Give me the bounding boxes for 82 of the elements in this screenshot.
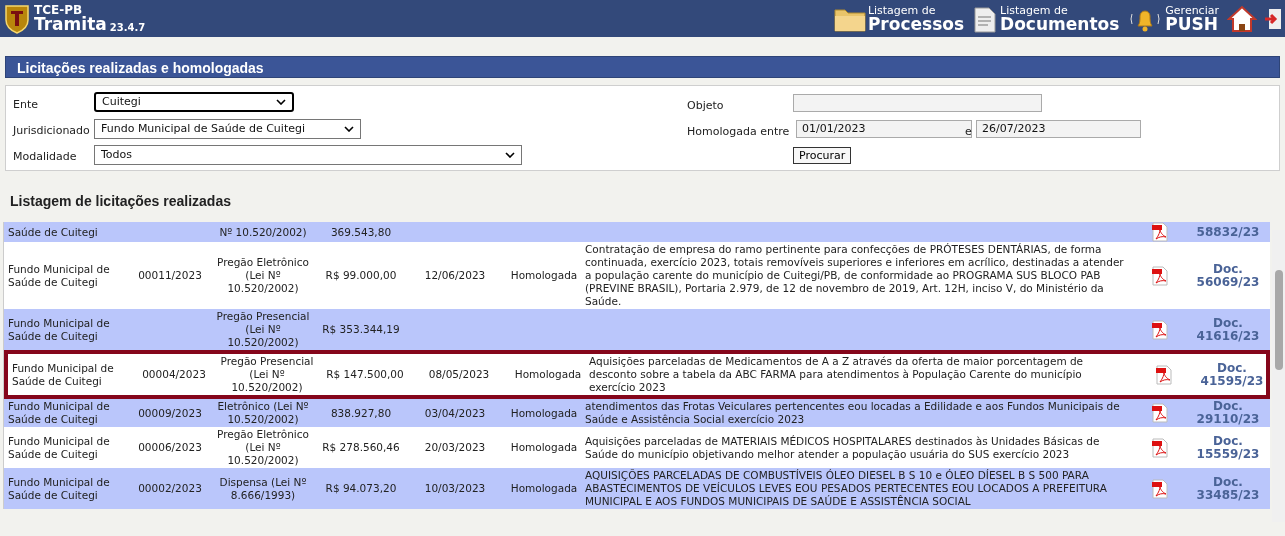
nav-link[interactable]: Listagem de Documentos (972, 4, 1120, 33)
table-cell-text: Pregão Eletrônico (Lei Nº 10.520/2002) (216, 427, 310, 468)
table-cell-text: Fundo Municipal de Saúde de Cuitegi (7, 433, 111, 462)
document-link[interactable]: Doc. 56069/23 (1185, 262, 1271, 289)
crest-icon (4, 3, 30, 34)
field-label: Ente (13, 97, 38, 113)
table-cell-text: 12/06/2023 (423, 268, 487, 283)
table-cell-text: Dispensa (Lei Nº 8.666/1993) (218, 474, 308, 503)
dropdown[interactable]: Cuitegi (94, 92, 294, 112)
nav-link[interactable]: Listagem de Processos (833, 4, 965, 33)
table-cell-text: Homologada (509, 440, 579, 455)
chevron-icon (344, 126, 354, 132)
org-name: TCE-PB (34, 4, 83, 16)
table-cell-text: Saúde de Cuitegi (7, 224, 99, 240)
document-link[interactable]: Doc. 41595/23 (1189, 361, 1275, 388)
table-cell-text: 00009/2023 (137, 405, 203, 421)
table-cell-text: 00011/2023 (137, 268, 203, 283)
table-cell-text: 00004/2023 (141, 367, 207, 382)
pdf-icon[interactable] (1151, 222, 1169, 242)
input-field[interactable]: 26/07/2023 (976, 120, 1141, 138)
table-cell-text: Fundo Municipal de Saúde de Cuitegi (7, 399, 111, 427)
document-link[interactable]: Doc. 33485/23 (1185, 475, 1271, 502)
document-link[interactable]: Doc. 15559/23 (1185, 434, 1271, 461)
search-button[interactable]: Procurar (793, 147, 852, 164)
app-name: Tramita (34, 16, 107, 33)
pdf-icon[interactable] (1151, 437, 1169, 458)
table-cell-text: R$ 94.073,20 (324, 481, 398, 496)
table-cell-text: Fundo Municipal de Saúde de Cuitegi (7, 261, 111, 290)
document-link[interactable]: 58832/23 (1185, 225, 1271, 239)
table-cell-text: Homologada (513, 367, 583, 382)
list-title: Listagem de licitações realizadas (9, 192, 232, 211)
home-icon[interactable] (1227, 3, 1257, 34)
table-cell-text: 838.927,80 (329, 405, 393, 421)
chevron-icon (505, 152, 515, 158)
table-cell-text: Pregão Presencial (Lei Nº 10.520/2002) (219, 354, 315, 395)
table-cell-text: AQUISIÇÕES PARCELADAS DE COMBUSTÍVEIS ÓLEO DIESEL B S 10 e ÓLEO DÍESEL B S 500 PARA ABASTECIMENTOS DE VEÍCULOS LEVES EOU PESADOS PERTECENTES EOU LOCADOS A PREFEITURA MUNICIPAL E AOS FUNDOS MUNICIPAIS DE SAÚDE E ASSISTÊNCIA SOCIAL (585, 468, 1108, 509)
table-cell-text: 10/03/2023 (423, 481, 487, 496)
table-cell-text: Contratação de empresa do ramo pertinente para confecções de PRÓTESES DENTÁRIAS, de forma continuada, exercício 2023, totais removíveis superiores e inferiores em acrílico, destinadas a atender a população carente do município de Cuitegi/PB, de conformidade ao PROGRAMA SUS BLOCO PAB (PREVINE BRASIL), Portaria 2.979, de 12 de novembro de 2019, Art. 12H, inciso V, do Ministério da Saúde. (585, 242, 1125, 309)
pdf-icon[interactable] (1151, 265, 1169, 286)
pdf-icon[interactable] (1151, 478, 1169, 499)
pdf-icon[interactable] (1151, 403, 1169, 423)
table-cell-text: atendimentos das Frotas Veiculares pertencentes eou locadas a Edilidade e aos Fundos Municipais de Saúde e Assistência Social exercício 2023 (585, 399, 1121, 427)
table-cell-text: Homologada (509, 268, 579, 283)
table-cell-text: Nº 10.520/2002) (218, 224, 308, 240)
table-cell-text: Aquisições parceladas de MATERIAIS MÉDICOS HOSPITALARES destinados às Unidades Básicas de Saúde do município objetivando melhor atender a população usuária do SUS exercício 2023 (585, 433, 1101, 462)
pdf-icon[interactable] (1151, 319, 1169, 340)
table-cell-text: Eletrônico (Lei Nº 10.520/2002) (216, 399, 310, 427)
table-cell-text: 08/05/2023 (427, 367, 491, 382)
dropdown[interactable]: Todos (94, 145, 522, 165)
table-cell-text: 369.543,80 (329, 224, 393, 240)
table-cell-text: 03/04/2023 (423, 405, 487, 421)
table-cell-text: Pregão Presencial (Lei Nº 10.520/2002) (215, 309, 311, 350)
scrollbar-thumb[interactable] (1274, 270, 1283, 370)
table-cell-text: Aquisições parceladas de Medicamentos de A a Z através da oferta de maior porcentagem de desconto sobre a tabela da ABC FARMA para atendimentos à População Carente do município exercício 2023 (589, 354, 1085, 395)
field-label: Jurisdicionado (13, 123, 90, 139)
chevron-icon (276, 99, 286, 105)
app-version: 23.4.7 (109, 23, 146, 33)
table-cell-text: R$ 278.560,46 (321, 440, 401, 455)
table-cell-text: Fundo Municipal de Saúde de Cuitegi (7, 474, 111, 503)
table-cell-text: Fundo Municipal de Saúde de Cuitegi (7, 315, 111, 344)
table-cell-text: 00002/2023 (137, 481, 203, 496)
table-cell-text: 00006/2023 (137, 440, 203, 455)
field-label: Homologada entre (687, 124, 790, 140)
table-cell-text: R$ 147.500,00 (325, 367, 405, 382)
table-cell-text: 20/03/2023 (423, 440, 487, 455)
table-cell-text: R$ 99.000,00 (324, 268, 398, 283)
table-cell-text: R$ 353.344,19 (321, 322, 401, 337)
document-icon (972, 4, 999, 33)
table-cell-text: Pregão Eletrônico (Lei Nº 10.520/2002) (216, 255, 310, 296)
table-cell-text: Homologada (509, 405, 579, 421)
field-label: Objeto (687, 98, 724, 114)
pdf-icon[interactable] (1155, 364, 1173, 385)
document-link[interactable]: Doc. 41616/23 (1185, 316, 1271, 343)
field-label: Modalidade (13, 149, 77, 165)
dropdown[interactable]: Fundo Municipal de Saúde de Cuitegi (94, 119, 361, 139)
table-cell-text: Fundo Municipal de Saúde de Cuitegi (11, 360, 115, 389)
nav-link[interactable]: Gerenciar PUSH (1127, 4, 1219, 33)
document-link[interactable]: Doc. 29110/23 (1185, 400, 1271, 426)
table-cell-text: Homologada (509, 481, 579, 496)
input-field[interactable] (793, 94, 1042, 112)
panel-title: Licitações realizadas e homologadas (5, 56, 1280, 78)
field-label: e (965, 124, 972, 140)
